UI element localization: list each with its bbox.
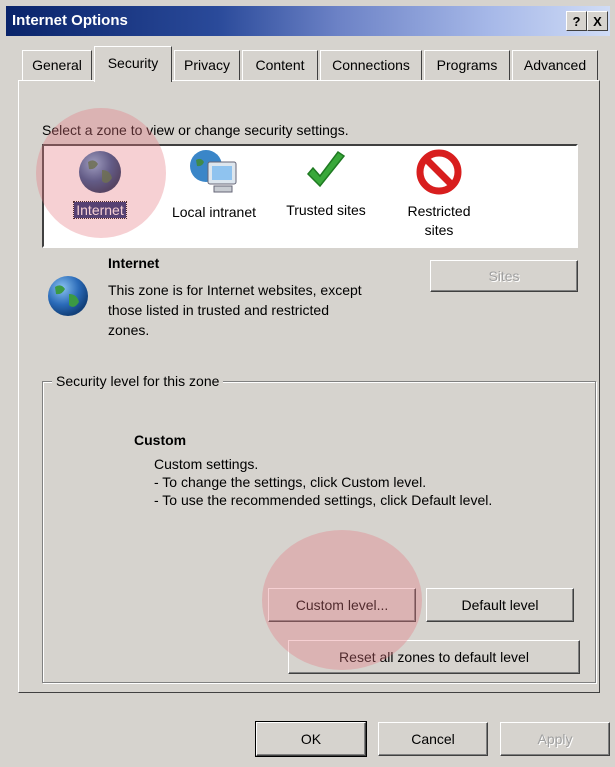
zone-info-title: Internet xyxy=(108,255,160,271)
cancel-button[interactable]: Cancel xyxy=(378,722,488,756)
tab-advanced[interactable]: Advanced xyxy=(512,50,598,80)
close-button[interactable]: X xyxy=(587,11,608,31)
reset-all-zones-button[interactable]: Reset all zones to default level xyxy=(288,640,580,674)
zone-internet-label: Internet xyxy=(73,201,127,219)
help-button[interactable]: ? xyxy=(566,11,587,31)
zones-prompt: Select a zone to view or change security… xyxy=(42,122,349,138)
title-bar[interactable]: Internet Options ? X xyxy=(6,6,610,36)
sites-button[interactable]: Sites xyxy=(430,260,578,292)
zone-trusted-sites[interactable]: Trusted sites xyxy=(276,148,376,218)
apply-button[interactable]: Apply xyxy=(500,722,610,756)
custom-level-button[interactable]: Custom level... xyxy=(268,588,416,622)
tab-security[interactable]: Security xyxy=(94,46,172,82)
tab-general[interactable]: General xyxy=(22,50,92,80)
security-level-line-2: - To change the settings, click Custom l… xyxy=(154,474,427,490)
ok-button[interactable]: OK xyxy=(255,721,367,757)
zone-info-description: This zone is for Internet websites, exce… xyxy=(108,282,362,338)
security-level-line-1: Custom settings. xyxy=(154,456,259,472)
default-level-button[interactable]: Default level xyxy=(426,588,574,622)
security-level-title: Custom xyxy=(134,432,187,448)
zone-internet[interactable]: Internet xyxy=(60,148,140,219)
tab-content[interactable]: Content xyxy=(242,50,318,80)
zone-restricted-sites[interactable]: Restricted sites xyxy=(394,148,484,240)
tab-connections[interactable]: Connections xyxy=(320,50,422,80)
security-level-group xyxy=(42,381,596,683)
security-level-line-3: - To use the recommended settings, click… xyxy=(154,492,493,508)
checkmark-icon xyxy=(302,148,350,196)
tab-privacy[interactable]: Privacy xyxy=(174,50,240,80)
globe-icon xyxy=(76,148,124,196)
zone-local-intranet[interactable]: Local intranet xyxy=(160,148,268,220)
zone-restricted-sites-label: Restricted sites xyxy=(407,203,471,238)
intranet-computer-icon xyxy=(188,148,240,198)
zone-trusted-sites-label: Trusted sites xyxy=(286,202,366,218)
tab-programs[interactable]: Programs xyxy=(424,50,510,80)
security-level-group-label: Security level for this zone xyxy=(52,373,224,389)
window-title: Internet Options xyxy=(12,12,128,29)
zone-local-intranet-label: Local intranet xyxy=(171,204,257,220)
prohibited-icon xyxy=(415,148,463,196)
globe-icon xyxy=(44,272,92,320)
